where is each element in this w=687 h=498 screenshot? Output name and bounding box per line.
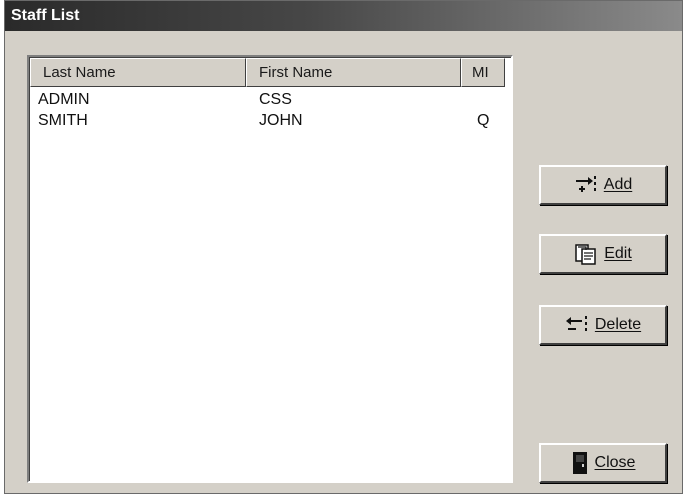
cell-last-name: SMITH — [38, 112, 88, 129]
edit-document-icon — [574, 242, 598, 266]
table-row[interactable]: ADMIN CSS — [30, 90, 510, 111]
close-label: Close — [594, 454, 636, 471]
cell-first-name: JOHN — [259, 112, 303, 129]
add-row-icon — [574, 174, 598, 196]
list-header: Last Name First Name MI — [30, 58, 510, 87]
table-row[interactable]: SMITH JOHN Q — [30, 111, 510, 132]
add-button[interactable]: Add — [539, 165, 667, 205]
add-label: Add — [603, 176, 633, 193]
close-button[interactable]: Close — [539, 443, 667, 483]
delete-row-icon — [565, 314, 589, 336]
cell-mi: Q — [477, 112, 490, 129]
delete-label: Delete — [594, 316, 642, 333]
column-header-mi[interactable]: MI — [461, 58, 505, 87]
column-header-last-name[interactable]: Last Name — [30, 58, 246, 87]
cell-first-name: CSS — [259, 91, 292, 108]
delete-button[interactable]: Delete — [539, 305, 667, 345]
column-header-first-name[interactable]: First Name — [246, 58, 461, 87]
edit-button[interactable]: Edit — [539, 234, 667, 274]
list-rows: ADMIN CSS SMITH JOHN Q — [30, 90, 510, 132]
edit-label: Edit — [604, 245, 632, 262]
cell-mi — [461, 90, 505, 111]
cell-last-name: ADMIN — [38, 91, 90, 108]
window-title: Staff List — [5, 1, 682, 31]
door-icon — [571, 451, 589, 475]
staff-listview[interactable]: Last Name First Name MI ADMIN CSS SMITH … — [27, 55, 513, 483]
staff-list-window: Staff List Last Name First Name MI ADMIN… — [4, 0, 683, 494]
